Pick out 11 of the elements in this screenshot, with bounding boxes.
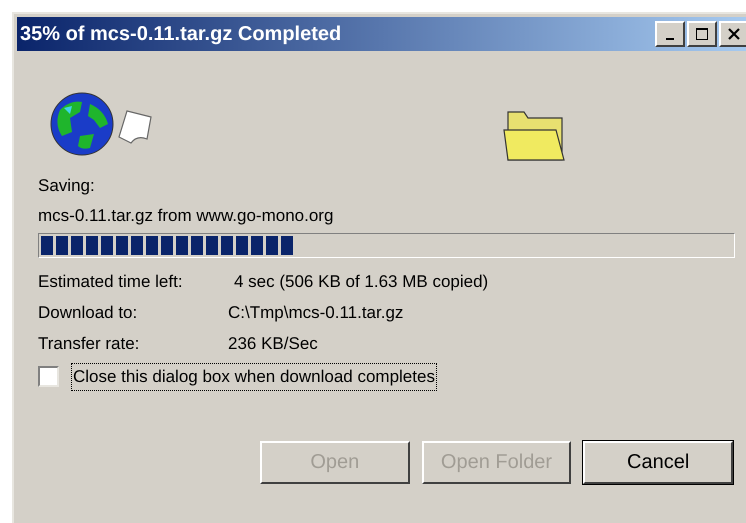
checkbox-label[interactable]: Close this dialog box when download completes	[71, 363, 437, 390]
saving-label: Saving:	[38, 175, 96, 197]
detail-value: 4 sec (506 KB of 1.63 MB copied)	[234, 270, 488, 293]
detail-label: Estimated time left:	[38, 270, 184, 293]
detail-label: Transfer rate:	[38, 332, 140, 355]
window-title: 35% of mcs-0.11.tar.gz Completed	[20, 22, 342, 47]
detail-value: C:\Tmp\mcs-0.11.tar.gz	[228, 302, 404, 324]
detail-value: 236 KB/Sec	[228, 332, 318, 355]
dialog-button[interactable]: Cancel	[583, 440, 734, 484]
detail-label: Download to:	[38, 302, 138, 324]
source-text: mcs-0.11.tar.gz from www.go-mono.org	[38, 205, 334, 227]
